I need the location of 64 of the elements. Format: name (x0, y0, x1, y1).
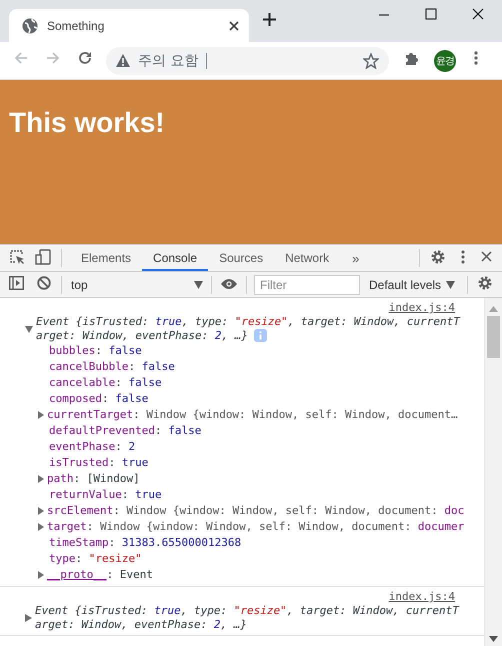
log-summary: Event {isTrusted: true, type: "resize", target: Window, currentT arget: Window, eventPhase: 2, …} (36, 315, 460, 343)
plus-icon[interactable] (263, 13, 276, 26)
more-menu-icon[interactable] (461, 250, 465, 264)
property-line: __proto__: Event (47, 567, 153, 583)
devtools-tab[interactable]: Network (274, 245, 340, 271)
close-icon[interactable] (481, 251, 492, 262)
collapsed-triangle-icon[interactable] (38, 571, 44, 579)
puzzle-icon[interactable] (405, 50, 420, 66)
more-tabs-button[interactable]: » (352, 250, 360, 266)
info-icon (254, 329, 267, 342)
scrollbar[interactable] (484, 298, 502, 646)
scroll-thumb[interactable] (487, 316, 500, 358)
property-line: eventPhase: 2 (49, 439, 136, 455)
log-summary: Event {isTrusted: true, type: "resize", target: Window, currentT arget: Window, eventPhase: 2, …} (35, 604, 459, 632)
reload-icon[interactable] (78, 51, 92, 65)
property-line: type: "resize" (49, 551, 142, 567)
scroll-down-icon[interactable] (489, 636, 498, 642)
collapsed-triangle-icon[interactable] (38, 507, 44, 515)
more-menu-icon[interactable] (474, 51, 478, 65)
property-line: timeStamp: 31383.655000012368 (49, 535, 242, 551)
maximize-icon[interactable] (425, 8, 437, 20)
settings-icon[interactable] (478, 276, 492, 290)
eye-icon[interactable] (221, 278, 237, 288)
property-line: cancelBubble: false (49, 359, 175, 375)
devtools-tab[interactable]: Elements (70, 245, 142, 271)
context-selector[interactable]: top (62, 274, 211, 296)
clear-console-icon[interactable] (37, 276, 51, 290)
collapsed-triangle-icon[interactable] (25, 614, 32, 622)
property-line: target: Window {window: Window, self: Window, document: documer (47, 519, 464, 535)
property-line: path: [Window] (47, 471, 140, 487)
property-line: cancelable: false (49, 375, 162, 391)
property-line: composed: false (49, 391, 148, 407)
property-line: bubbles: false (49, 343, 142, 359)
collapsed-triangle-icon[interactable] (38, 475, 44, 483)
source-link[interactable]: index.js:4 (388, 301, 455, 315)
globe-icon (22, 18, 38, 34)
close-icon[interactable] (472, 8, 484, 20)
devtools-tab[interactable]: Sources (208, 245, 274, 271)
expanded-triangle-icon[interactable] (25, 326, 33, 332)
warning-icon (116, 54, 130, 67)
collapsed-triangle-icon[interactable] (38, 411, 44, 419)
property-line: srcElement: Window {window: Window, self: Window, document: doc (47, 503, 464, 519)
browser-tab[interactable]: Something (9, 9, 249, 42)
property-line: defaultPrevented: false (49, 423, 202, 439)
security-warning: 주의 요함 (138, 52, 198, 70)
caret-down-icon (194, 280, 203, 288)
close-icon[interactable] (229, 20, 239, 30)
page-heading: This works! (9, 107, 165, 139)
tab-title: Something (47, 18, 106, 32)
profile-avatar[interactable]: 윤경 (434, 50, 456, 72)
property-line: isTrusted: true (49, 455, 148, 471)
property-line: returnValue: true (49, 487, 162, 503)
inspect-element-icon[interactable] (9, 248, 25, 264)
log-levels-dropdown[interactable]: Default levels (369, 274, 468, 296)
sidebar-toggle-icon[interactable] (9, 276, 24, 290)
address-bar[interactable]: 주의 요함 (106, 46, 389, 74)
filter-field[interactable]: Filter (254, 274, 360, 294)
property-line: currentTarget: Window {window: Window, self: Window, document… (47, 407, 458, 423)
caret-down-icon (446, 280, 456, 288)
star-icon[interactable] (363, 52, 379, 68)
source-link[interactable]: index.js:4 (388, 590, 455, 604)
device-toolbar-icon[interactable] (35, 248, 51, 264)
settings-icon[interactable] (431, 250, 445, 264)
collapsed-triangle-icon[interactable] (38, 523, 44, 531)
